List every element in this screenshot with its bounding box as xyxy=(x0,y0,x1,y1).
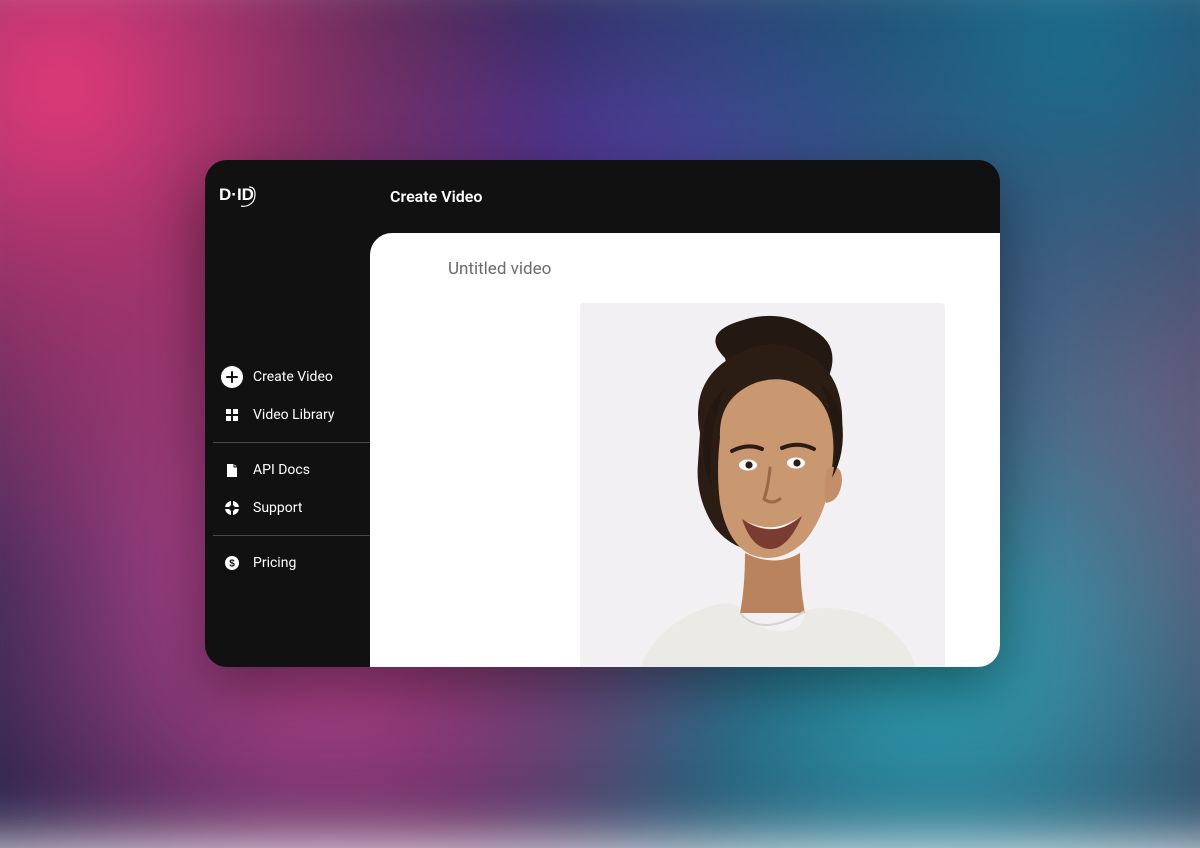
sidebar-item-label: API Docs xyxy=(253,462,310,478)
app-window: D·ID Create Video Create Video Video L xyxy=(205,160,1000,667)
dollar-circle-icon: $ xyxy=(221,552,243,574)
grid-icon xyxy=(221,404,243,426)
sidebar-item-label: Pricing xyxy=(253,555,296,571)
sidebar-item-support[interactable]: Support xyxy=(217,489,364,527)
video-title-input[interactable]: Untitled video xyxy=(448,259,551,279)
sidebar-divider xyxy=(213,535,370,536)
main-content: Untitled video xyxy=(370,233,1000,667)
sidebar-divider xyxy=(213,442,370,443)
brand-logo[interactable]: D·ID xyxy=(205,160,370,233)
app-body: Create Video Video Library API Docs xyxy=(205,233,1000,667)
plus-circle-icon xyxy=(221,366,243,388)
sidebar-item-api-docs[interactable]: API Docs xyxy=(217,451,364,489)
svg-text:$: $ xyxy=(229,559,235,570)
lifebuoy-icon xyxy=(221,497,243,519)
sidebar-item-video-library[interactable]: Video Library xyxy=(217,396,364,434)
top-bar: D·ID Create Video xyxy=(205,160,1000,233)
sidebar-item-label: Support xyxy=(253,500,302,516)
avatar-preview[interactable] xyxy=(580,303,945,667)
sidebar-item-label: Video Library xyxy=(253,407,334,423)
sidebar-item-pricing[interactable]: $ Pricing xyxy=(217,544,364,582)
sidebar: Create Video Video Library API Docs xyxy=(205,233,370,667)
page-title: Create Video xyxy=(370,187,482,206)
sidebar-item-label: Create Video xyxy=(253,369,333,385)
document-icon xyxy=(221,459,243,481)
svg-text:D·ID: D·ID xyxy=(219,185,254,204)
avatar-image xyxy=(580,303,945,667)
did-logo-icon: D·ID xyxy=(219,180,259,214)
sidebar-item-create-video[interactable]: Create Video xyxy=(217,358,364,396)
